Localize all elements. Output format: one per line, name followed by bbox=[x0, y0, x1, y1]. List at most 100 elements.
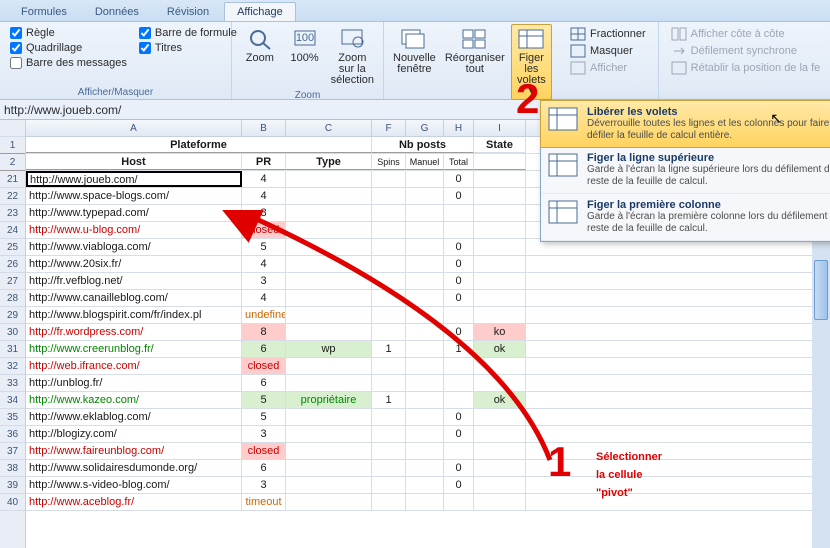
cell[interactable] bbox=[286, 358, 372, 374]
cell[interactable]: 0 bbox=[444, 426, 474, 442]
cell[interactable] bbox=[286, 494, 372, 510]
chk-formule[interactable]: Barre de formule bbox=[139, 26, 237, 40]
col-F[interactable]: F bbox=[372, 120, 406, 136]
cell[interactable] bbox=[444, 375, 474, 391]
cell[interactable]: http://www.s-video-blog.com/ bbox=[26, 477, 242, 493]
cell[interactable]: http://www.canailleblog.com/ bbox=[26, 290, 242, 306]
cell[interactable] bbox=[406, 205, 444, 221]
cell[interactable] bbox=[406, 273, 444, 289]
cell[interactable] bbox=[406, 477, 444, 493]
row-header[interactable]: 29 bbox=[0, 307, 25, 324]
cell[interactable] bbox=[444, 222, 474, 238]
cell[interactable]: 3 bbox=[242, 273, 286, 289]
cell[interactable]: wp bbox=[286, 341, 372, 357]
split-button[interactable]: Fractionner bbox=[568, 26, 648, 42]
cell[interactable] bbox=[372, 426, 406, 442]
cell[interactable]: 5 bbox=[242, 239, 286, 255]
row-header[interactable]: 35 bbox=[0, 409, 25, 426]
scrollbar-thumb[interactable] bbox=[814, 260, 828, 320]
cell[interactable] bbox=[372, 171, 406, 187]
cell[interactable] bbox=[444, 392, 474, 408]
cell[interactable] bbox=[286, 256, 372, 272]
cell[interactable] bbox=[286, 443, 372, 459]
cell[interactable]: http://www.typepad.com/ bbox=[26, 205, 242, 221]
hdr-state2[interactable] bbox=[474, 154, 526, 170]
row-header[interactable]: 23 bbox=[0, 205, 25, 222]
row-header[interactable]: 27 bbox=[0, 273, 25, 290]
cell[interactable]: 3 bbox=[242, 477, 286, 493]
cell[interactable]: http://fr.wordpress.com/ bbox=[26, 324, 242, 340]
cell[interactable]: 0 bbox=[444, 171, 474, 187]
cell[interactable] bbox=[286, 273, 372, 289]
cell[interactable]: closed bbox=[242, 443, 286, 459]
cell[interactable] bbox=[474, 443, 526, 459]
row-header[interactable]: 37 bbox=[0, 443, 25, 460]
cell[interactable]: 1 bbox=[372, 341, 406, 357]
cell[interactable] bbox=[406, 256, 444, 272]
cell[interactable] bbox=[406, 443, 444, 459]
cell[interactable]: 5 bbox=[242, 409, 286, 425]
cell[interactable]: 0 bbox=[444, 324, 474, 340]
hdr-nb[interactable]: Nb posts bbox=[372, 137, 474, 153]
hdr-spins[interactable]: Spins bbox=[372, 154, 406, 170]
cell[interactable] bbox=[286, 477, 372, 493]
cell[interactable] bbox=[286, 324, 372, 340]
cell[interactable]: 6 bbox=[242, 341, 286, 357]
tab-affichage[interactable]: Affichage bbox=[224, 2, 296, 21]
cell[interactable]: 0 bbox=[444, 460, 474, 476]
cell[interactable] bbox=[372, 256, 406, 272]
cell[interactable] bbox=[406, 290, 444, 306]
cell[interactable]: http://unblog.fr/ bbox=[26, 375, 242, 391]
row-header[interactable]: 28 bbox=[0, 290, 25, 307]
cell[interactable] bbox=[286, 409, 372, 425]
cell[interactable] bbox=[372, 443, 406, 459]
cell[interactable]: 8 bbox=[242, 205, 286, 221]
cell[interactable]: 8 bbox=[242, 324, 286, 340]
cell[interactable]: 3 bbox=[242, 426, 286, 442]
cell[interactable]: 0 bbox=[444, 409, 474, 425]
cell[interactable]: 1 bbox=[444, 341, 474, 357]
cell[interactable]: 0 bbox=[444, 188, 474, 204]
cell[interactable] bbox=[372, 324, 406, 340]
cell[interactable] bbox=[474, 477, 526, 493]
row-header[interactable]: 33 bbox=[0, 375, 25, 392]
cell[interactable]: 0 bbox=[444, 256, 474, 272]
cell[interactable]: http://www.u-blog.com/ bbox=[26, 222, 242, 238]
cell[interactable]: http://www.eklablog.com/ bbox=[26, 409, 242, 425]
hdr-type[interactable]: Type bbox=[286, 154, 372, 170]
hdr-state[interactable]: State bbox=[474, 137, 526, 153]
row-header[interactable]: 34 bbox=[0, 392, 25, 409]
cell[interactable] bbox=[474, 256, 526, 272]
cell[interactable]: timeout bbox=[242, 494, 286, 510]
cell[interactable] bbox=[474, 494, 526, 510]
row-header[interactable]: 32 bbox=[0, 358, 25, 375]
cell[interactable]: closed bbox=[242, 222, 286, 238]
cell[interactable]: 0 bbox=[444, 273, 474, 289]
col-G[interactable]: G bbox=[406, 120, 444, 136]
cell[interactable]: closed bbox=[242, 358, 286, 374]
cell[interactable] bbox=[406, 188, 444, 204]
cell[interactable] bbox=[372, 188, 406, 204]
cell[interactable] bbox=[372, 375, 406, 391]
zoom-100-button[interactable]: 100100% bbox=[286, 24, 324, 67]
row-header[interactable]: 24 bbox=[0, 222, 25, 239]
cell[interactable]: http://www.aceblog.fr/ bbox=[26, 494, 242, 510]
cell[interactable] bbox=[372, 205, 406, 221]
hdr-plateforme[interactable]: Plateforme bbox=[26, 137, 372, 153]
cell[interactable]: http://www.space-blogs.com/ bbox=[26, 188, 242, 204]
cell[interactable]: undefined bbox=[242, 307, 286, 323]
cell[interactable] bbox=[406, 324, 444, 340]
row-header[interactable]: 1 bbox=[0, 137, 25, 154]
cell[interactable] bbox=[474, 171, 526, 187]
col-C[interactable]: C bbox=[286, 120, 372, 136]
cell[interactable] bbox=[474, 307, 526, 323]
cell[interactable] bbox=[372, 273, 406, 289]
row-header[interactable]: 31 bbox=[0, 341, 25, 358]
row-header[interactable]: 25 bbox=[0, 239, 25, 256]
cell[interactable] bbox=[286, 426, 372, 442]
cell[interactable] bbox=[474, 460, 526, 476]
cell[interactable]: 4 bbox=[242, 171, 286, 187]
zoom-button[interactable]: Zoom bbox=[238, 24, 282, 67]
cell[interactable] bbox=[474, 273, 526, 289]
cell[interactable] bbox=[474, 358, 526, 374]
